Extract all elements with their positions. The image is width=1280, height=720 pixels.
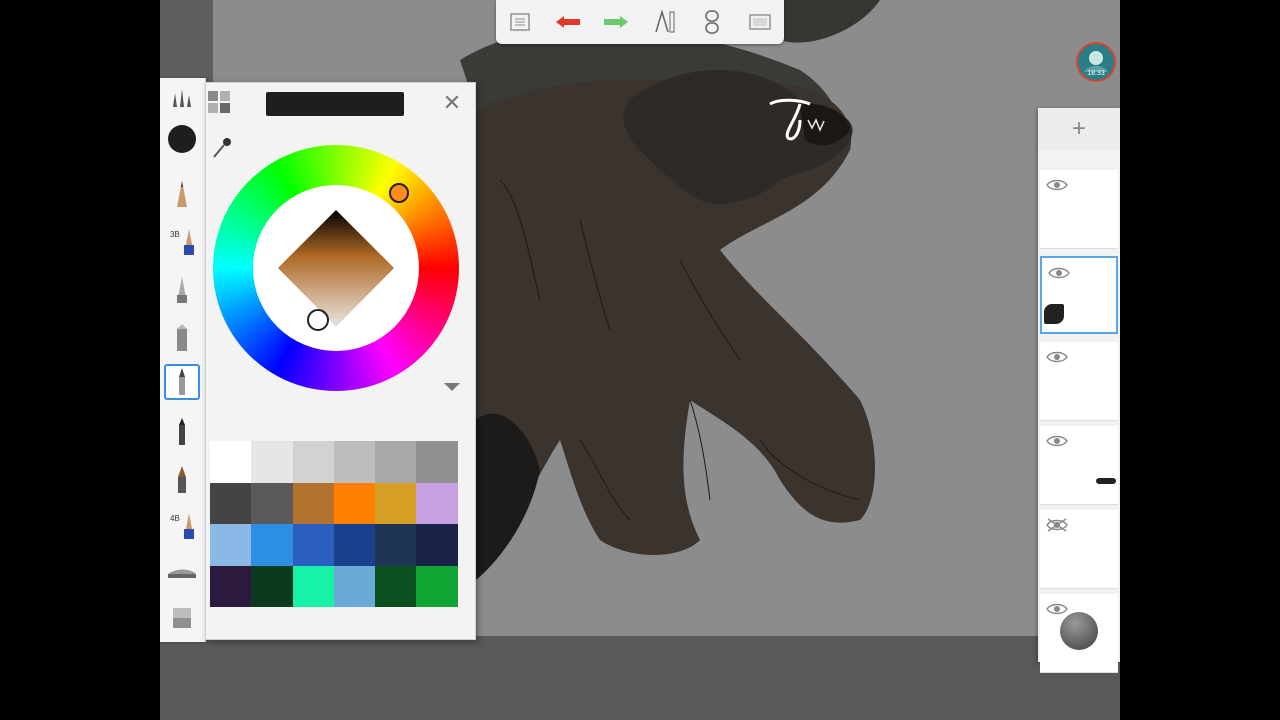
app-screen: 18:33 3B 4B ✕ + — [160, 0, 1120, 720]
palette-swatch[interactable] — [292, 565, 334, 607]
eye-icon[interactable] — [1048, 266, 1070, 280]
redo-icon[interactable] — [599, 7, 633, 37]
add-layer-button[interactable]: + — [1038, 108, 1120, 150]
background-color-puck[interactable] — [1060, 612, 1098, 650]
color-wheel[interactable] — [213, 145, 459, 391]
palette-swatch[interactable] — [333, 482, 376, 524]
palette-swatch[interactable] — [251, 565, 293, 607]
palette-swatch[interactable] — [416, 524, 458, 566]
hidden-eye-icon[interactable] — [1046, 518, 1068, 532]
palette-swatch[interactable] — [375, 565, 417, 607]
avatar[interactable]: 18:33 — [1076, 42, 1116, 82]
eraser-brush[interactable] — [164, 600, 200, 636]
avatar-time: 18:33 — [1087, 70, 1105, 77]
palette-swatch[interactable] — [251, 482, 293, 524]
close-icon[interactable]: ✕ — [442, 92, 462, 114]
inking-pen-brush[interactable] — [164, 364, 200, 400]
eye-icon[interactable] — [1046, 178, 1068, 192]
saturation-value-selector[interactable] — [307, 309, 329, 331]
layer-editor: + — [1038, 108, 1120, 673]
layer-item[interactable] — [1040, 342, 1118, 421]
airbrush-brush[interactable] — [164, 272, 200, 308]
layer-item[interactable] — [1040, 426, 1118, 505]
eye-icon[interactable] — [1046, 602, 1068, 616]
pencil-4b-brush[interactable]: 4B — [164, 508, 200, 544]
color-palette — [210, 441, 458, 607]
palette-swatch[interactable] — [210, 524, 252, 566]
palette-swatch[interactable] — [416, 565, 458, 607]
fullscreen-icon[interactable] — [743, 7, 777, 37]
layer-item[interactable] — [1040, 256, 1118, 334]
top-toolbar — [496, 0, 784, 44]
palette-swatch[interactable] — [251, 524, 293, 566]
palette-swatch[interactable] — [251, 441, 293, 483]
palette-swatch[interactable] — [292, 441, 334, 483]
ballpoint-pen-brush[interactable] — [164, 414, 200, 450]
color-editor-panel: ✕ — [205, 82, 476, 640]
smudge-brush[interactable] — [164, 554, 200, 590]
ruler-icon[interactable] — [647, 7, 681, 37]
eye-icon[interactable] — [1046, 350, 1068, 364]
brush-library-icon[interactable] — [164, 80, 200, 116]
marker-brush[interactable] — [164, 320, 200, 356]
chevron-down-icon[interactable] — [444, 383, 460, 391]
layer-item[interactable] — [1040, 170, 1118, 249]
undo-icon[interactable] — [551, 7, 585, 37]
palette-swatch[interactable] — [292, 524, 334, 566]
color-mode-icon[interactable] — [206, 89, 234, 117]
paint-brush[interactable] — [164, 462, 200, 498]
palette-swatch[interactable] — [292, 482, 334, 524]
palette-swatch[interactable] — [210, 482, 252, 524]
palette-swatch[interactable] — [375, 482, 417, 524]
list-icon[interactable] — [503, 7, 537, 37]
palette-swatch[interactable] — [416, 441, 458, 483]
pencil-3b-brush[interactable]: 3B — [164, 224, 200, 260]
layer-item[interactable] — [1040, 510, 1118, 589]
layer-thumbnail — [1044, 304, 1064, 324]
palette-swatch[interactable] — [333, 565, 376, 607]
palette-swatch[interactable] — [333, 441, 376, 483]
palette-swatch[interactable] — [333, 524, 376, 566]
symmetry-icon[interactable] — [695, 7, 729, 37]
eye-icon[interactable] — [1046, 434, 1068, 448]
palette-swatch[interactable] — [210, 565, 252, 607]
brush-size-label: 4B — [170, 514, 180, 523]
palette-swatch[interactable] — [375, 524, 417, 566]
hue-selector[interactable] — [389, 183, 409, 203]
layer-item[interactable] — [1040, 594, 1118, 673]
current-color-swatch — [266, 92, 404, 116]
layer-thumbnail — [1096, 478, 1116, 484]
brush-size-label: 3B — [170, 230, 180, 239]
palette-swatch[interactable] — [375, 441, 417, 483]
palette-swatch[interactable] — [210, 441, 252, 483]
brush-palette: 3B 4B — [160, 78, 206, 642]
palette-swatch[interactable] — [416, 482, 458, 524]
pencil-brush[interactable] — [164, 176, 200, 212]
color-puck[interactable] — [168, 125, 196, 153]
